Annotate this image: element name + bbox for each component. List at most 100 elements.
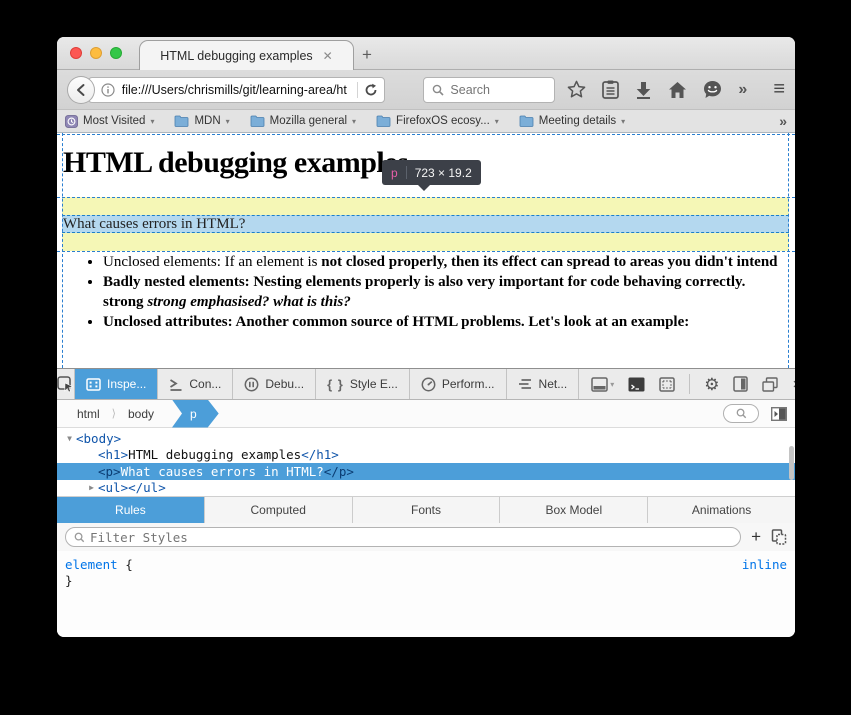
sidebar-tab-rules[interactable]: Rules [57,497,205,523]
bookmark-item[interactable]: Meeting details▾ [519,115,625,127]
bookmark-label: Mozilla general [270,115,347,127]
markup-text: What causes errors in HTML? [121,464,324,479]
twisty-icon[interactable]: ▶ [85,483,98,492]
responsive-mode-icon[interactable] [659,377,675,392]
devtools-tab-label: Debu... [265,377,304,391]
search-input[interactable] [450,83,540,97]
close-window-button[interactable] [70,47,82,59]
titlebar[interactable]: HTML debugging examples ✕ + [57,37,795,70]
breadcrumb-item-html[interactable]: html [65,407,112,421]
sidebar-tabs: RulesComputedFontsBox ModelAnimations [57,497,795,523]
twisty-icon[interactable]: ▼ [63,434,76,443]
breadcrumb-item-p-active[interactable]: p [172,400,219,428]
search-bar[interactable] [423,77,555,103]
rule-open-brace: { [125,557,133,572]
split-console-button[interactable]: ▾ [591,377,614,392]
more-tools-icon[interactable]: » [738,81,747,99]
sidebar-tab-animations[interactable]: Animations [648,497,795,523]
infobar-divider [406,166,407,179]
bookmarks-toolbar: Most Visited▾MDN▾Mozilla general▾Firefox… [57,110,795,133]
browser-window: HTML debugging examples ✕ + [57,37,795,637]
infobar-arrow [418,185,430,191]
markup-scrollbar[interactable] [789,446,794,480]
guide-line-top [57,134,795,135]
breadcrumb-item-body[interactable]: body [116,407,166,421]
markup-node-row[interactable]: ▼<body> [57,430,795,447]
bookmark-item[interactable]: Most Visited▾ [65,115,154,128]
settings-gear-icon[interactable]: ⚙ [704,376,719,393]
info-icon[interactable] [101,83,115,97]
rules-view[interactable]: element { } inline [57,551,795,637]
bookmark-item[interactable]: FirefoxOS ecosy...▾ [376,115,499,127]
bookmark-star-icon[interactable] [567,80,586,99]
devtools-close-icon[interactable]: × [792,376,795,393]
download-icon[interactable] [635,81,652,99]
tab-close-icon[interactable]: ✕ [323,49,333,63]
devtools-tab-label: Con... [189,377,221,391]
separate-window-icon[interactable] [762,377,778,392]
debugger-icon [244,377,259,392]
filter-styles-field[interactable] [65,527,741,547]
url-bar[interactable] [88,77,386,103]
url-input[interactable] [122,83,352,97]
bookmark-caret-icon: ▾ [495,117,499,126]
highlighter-infobar: p 723 × 19.2 [382,160,481,185]
markup-node-row[interactable]: <p>What causes errors in HTML?</p> [57,463,795,480]
devtools-tab-stylee[interactable]: { }Style E... [316,369,410,399]
urlbar-divider [357,82,358,98]
menu-hamburger-icon[interactable]: ≡ [773,78,785,101]
bookmark-caret-icon: ▾ [226,117,230,126]
back-button[interactable] [67,76,95,104]
bookmarks-overflow-icon[interactable]: » [779,113,787,129]
devtools-tab-net[interactable]: Net... [507,369,580,399]
bookmark-caret-icon: ▾ [621,117,625,126]
home-icon[interactable] [668,81,687,99]
filter-styles-input[interactable] [90,530,732,545]
reload-icon[interactable] [364,83,378,97]
browser-tab[interactable]: HTML debugging examples ✕ [139,40,354,70]
sidebar-tab-box-model[interactable]: Box Model [500,497,648,523]
devtools-tab-con[interactable]: Con... [158,369,233,399]
minimize-window-button[interactable] [90,47,102,59]
breadcrumb-bar: html ⟩ body p [57,400,795,428]
markup-tag: </p> [324,464,354,479]
markup-node-row[interactable]: <h1>HTML debugging examples</h1> [57,447,795,464]
hello-smiley-icon[interactable] [703,80,722,99]
paste-rules-icon[interactable] [771,529,787,545]
page-content: HTML debugging examples What causes erro… [57,133,795,368]
devtools-tab-inspe[interactable]: Inspe... [75,369,158,399]
devtools-tab-perform[interactable]: Perform... [410,369,507,399]
folder-icon [519,115,534,127]
devtools-toolbar: Inspe... Con... Debu... { }Style E...Perfor… [57,368,795,400]
devtools-tab-label: Net... [539,377,568,391]
zoom-window-button[interactable] [110,47,122,59]
sidebar-tab-fonts[interactable]: Fonts [353,497,501,523]
expand-panel-icon[interactable] [771,407,787,421]
new-tab-button[interactable]: + [362,45,372,65]
markup-search-button[interactable] [723,404,759,423]
bookmark-caret-icon: ▾ [352,117,356,126]
rule-origin-link[interactable]: inline [742,557,787,573]
sidebar-tab-computed[interactable]: Computed [205,497,353,523]
markup-view[interactable]: ▼<body><h1>HTML debugging examples</h1><… [57,428,795,497]
style-filter-row: + [57,523,795,551]
devtools-tab-debu[interactable]: Debu... [233,369,316,399]
rule-selector[interactable]: element [65,557,118,572]
bookmark-item[interactable]: Mozilla general ▾ [250,115,356,127]
bookmark-item[interactable]: MDN▾ [174,115,229,127]
pick-element-button[interactable] [57,369,75,399]
markup-node-row[interactable]: ▶<ul></ul> [57,480,795,497]
folder-icon [174,115,189,127]
bullet-text-segment: strong emphasised? what is this? [147,294,350,310]
tab-title: HTML debugging examples [160,49,312,63]
dock-side-icon[interactable] [733,376,748,392]
scratchpad-icon[interactable] [628,377,645,392]
add-rule-button[interactable]: + [751,527,761,547]
bullet-text-segment: not closed properly, then its effect can… [321,254,777,270]
reading-list-icon[interactable] [602,80,619,99]
console-icon [169,378,183,391]
page-bullet-list: Unclosed elements: If an element is not … [103,253,781,333]
window-controls [70,47,122,59]
infobar-tag-label: p [391,166,398,180]
margin-highlight-top [62,197,789,215]
